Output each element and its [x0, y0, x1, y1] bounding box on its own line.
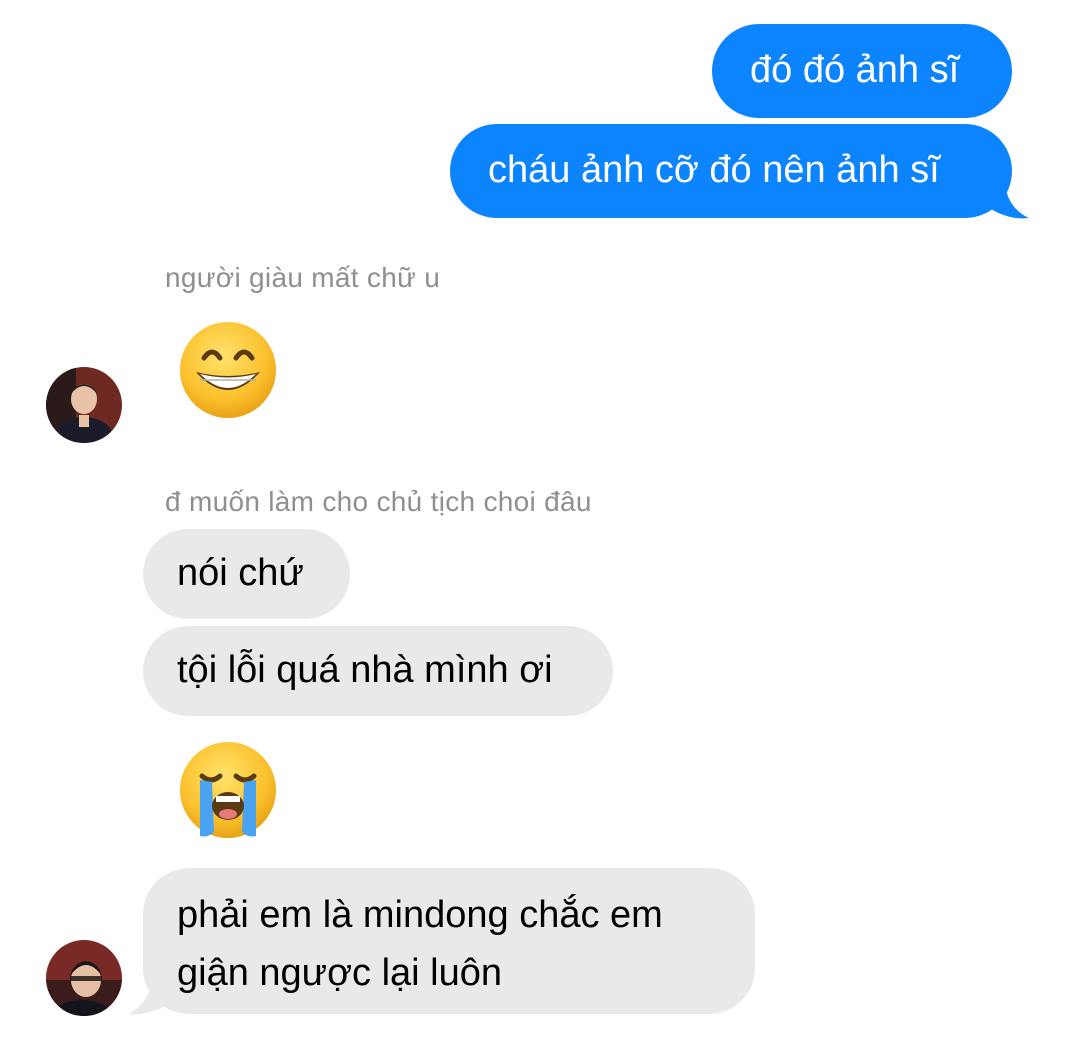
received-message-bubble[interactable]: tội lỗi quá nhà mình ơi — [143, 626, 613, 716]
sent-message-text: đó đó ảnh sĩ — [750, 49, 960, 91]
avatar[interactable] — [46, 940, 122, 1016]
received-message-text-line: phải em là mindong chắc em — [177, 894, 663, 936]
received-message-bubble[interactable]: phải em là mindong chắc em giận ngược lạ… — [143, 868, 755, 1014]
avatar[interactable] — [46, 367, 122, 443]
sent-message-bubble[interactable]: cháu ảnh cỡ đó nên ảnh sĩ — [450, 124, 1012, 218]
sent-message-text: cháu ảnh cỡ đó nên ảnh sĩ — [488, 149, 940, 191]
received-message-bubble[interactable]: nói chứ — [143, 529, 350, 619]
received-message-text: tội lỗi quá nhà mình ơi — [177, 649, 553, 691]
loudly-crying-face-emoji[interactable] — [178, 740, 278, 840]
received-bubble-tail — [128, 976, 172, 1015]
reply-label: người giàu mất chữ u — [165, 262, 441, 293]
sent-message-bubble[interactable]: đó đó ảnh sĩ — [712, 24, 1012, 118]
grinning-face-emoji[interactable] — [178, 320, 278, 420]
received-message-text: nói chứ — [177, 552, 304, 594]
received-message-text-line: giận ngược lại luôn — [177, 952, 503, 994]
sent-bubble-tail — [985, 180, 1029, 219]
reply-label: đ muốn làm cho chủ tịch choi đâu — [165, 486, 592, 517]
